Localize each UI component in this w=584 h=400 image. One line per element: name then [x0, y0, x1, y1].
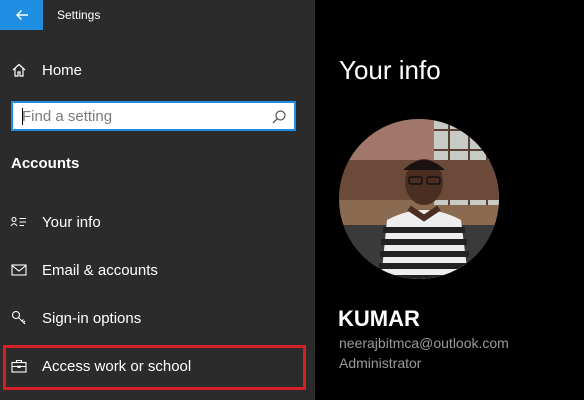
app-title: Settings	[57, 8, 101, 22]
page-title: Your info	[339, 55, 441, 85]
home-icon	[10, 61, 28, 79]
sidebar-item-label: Email & accounts	[42, 261, 158, 279]
search-input[interactable]	[22, 107, 262, 125]
avatar	[339, 119, 499, 279]
sidebar-item-sign-in-options[interactable]: Sign-in options	[0, 298, 315, 338]
sidebar-item-email-accounts[interactable]: Email & accounts	[0, 250, 315, 290]
sidebar-item-label: Sign-in options	[42, 309, 142, 327]
section-heading: Accounts	[11, 155, 80, 172]
sidebar-item-label: Your info	[42, 213, 101, 231]
user-email: neerajbitmca@outlook.com	[339, 335, 509, 351]
back-arrow-icon	[15, 10, 28, 20]
text-caret	[22, 108, 23, 125]
search-icon[interactable]	[271, 109, 287, 125]
title-bar: Settings	[0, 0, 315, 30]
sidebar: Settings Home Accounts Your info	[0, 0, 315, 400]
key-icon	[10, 309, 28, 327]
back-button[interactable]	[0, 0, 43, 30]
sidebar-item-your-info[interactable]: Your info	[0, 202, 315, 242]
sidebar-item-label: Home	[42, 61, 83, 79]
sidebar-item-home[interactable]: Home	[0, 50, 315, 90]
person-card-icon	[10, 213, 28, 231]
highlight-box	[3, 345, 306, 390]
search-box[interactable]	[11, 101, 296, 131]
mail-icon	[10, 261, 28, 279]
user-role: Administrator	[339, 355, 422, 371]
user-name: KUMAR	[338, 306, 420, 331]
